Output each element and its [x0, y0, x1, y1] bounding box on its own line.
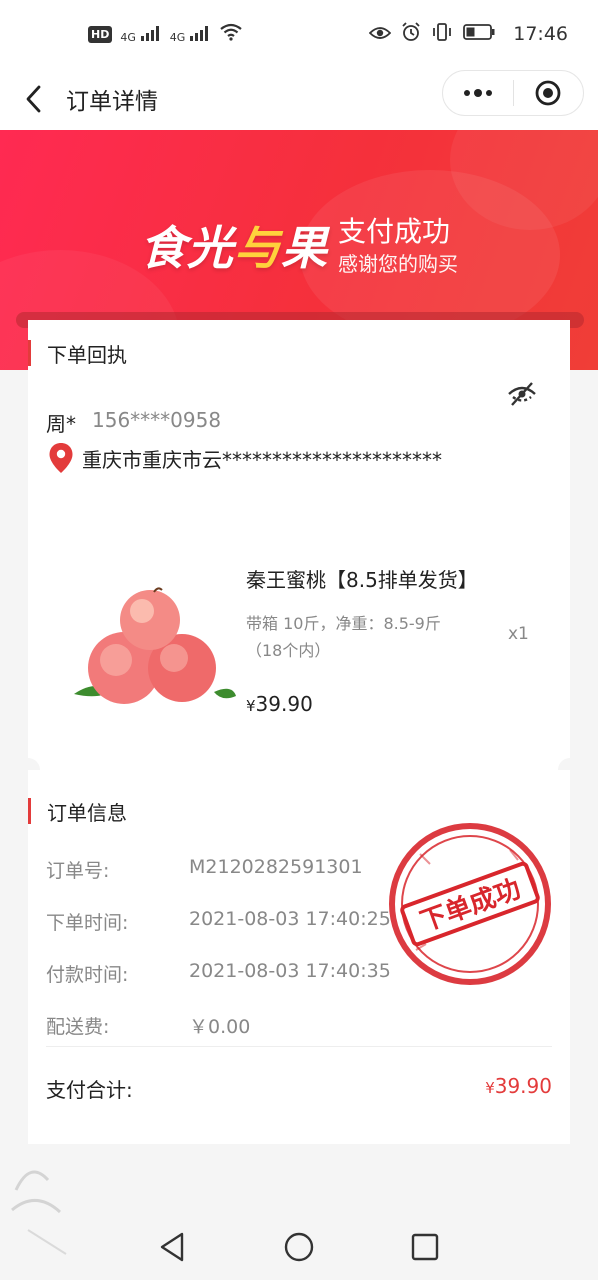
logo-text-3: 果	[281, 221, 328, 275]
more-dots-icon	[463, 89, 492, 97]
product-title[interactable]: 秦王蜜桃【8.5排单发货】	[246, 564, 478, 593]
delivery-fee-value: ￥0.00	[189, 1016, 251, 1038]
wifi-icon	[219, 22, 243, 46]
nav-home-icon[interactable]	[282, 1230, 316, 1264]
order-time-value: 2021-08-03 17:40:25	[189, 908, 391, 930]
logo-text-2: 与	[234, 221, 281, 275]
product-quantity: x1	[508, 624, 529, 644]
recipient-name: 周*	[46, 412, 76, 436]
status-left: HD 4G 4G	[88, 22, 243, 46]
location-pin-icon	[49, 443, 73, 473]
nav-recent-apps-icon[interactable]	[408, 1230, 442, 1264]
page-title: 订单详情	[66, 89, 158, 115]
back-button[interactable]	[18, 80, 48, 118]
vibrate-icon	[431, 22, 453, 47]
payment-success-title: 支付成功	[338, 215, 451, 248]
battery-icon	[463, 22, 495, 46]
logo-text-1: 食光	[140, 221, 234, 275]
total-amount: ¥39.90	[485, 1074, 552, 1098]
network-label: 4G	[120, 30, 136, 44]
alarm-icon	[401, 21, 421, 47]
receipt-card: 下单回执 周* 156****0958 重庆市重庆市云*************…	[28, 320, 570, 770]
price-value: 39.90	[255, 692, 313, 716]
divider	[46, 1046, 552, 1047]
order-success-stamp: 下单成功	[389, 823, 551, 985]
currency-symbol: ¥	[485, 1079, 495, 1097]
product-price: ¥39.90	[246, 692, 313, 716]
clock: 17:46	[513, 23, 568, 45]
payment-success-subtitle: 感谢您的购买	[338, 252, 458, 276]
mini-program-capsule	[442, 70, 584, 116]
signal-icon: 4G	[120, 25, 161, 44]
section-heading-order: 订单信息	[28, 798, 127, 825]
signal-icon-2: 4G	[170, 25, 211, 44]
payment-time-value: 2021-08-03 17:40:35	[189, 960, 391, 982]
watermark-logo	[11, 1170, 67, 1255]
nav-back-icon[interactable]	[156, 1230, 190, 1264]
nav-bar: 订单详情	[0, 68, 598, 130]
recipient-phone: 156****0958	[92, 408, 222, 432]
target-circle-icon	[535, 80, 561, 106]
status-bar: HD 4G 4G 17:46	[0, 0, 598, 68]
recipient-address: 重庆市重庆市云**********************	[82, 448, 442, 472]
close-mini-program-button[interactable]	[514, 70, 584, 116]
eye-icon	[368, 22, 392, 46]
currency-symbol: ¥	[246, 697, 256, 715]
network-label-2: 4G	[169, 30, 186, 44]
product-image[interactable]	[64, 556, 236, 716]
section-heading-receipt: 下单回执	[28, 340, 127, 367]
order-number-label: 订单号:	[46, 860, 110, 882]
total-value: 39.90	[494, 1074, 552, 1098]
order-time-label: 下单时间:	[46, 912, 129, 934]
order-number-value: M2120282591301	[189, 856, 363, 878]
hd-badge: HD	[88, 25, 113, 43]
brand-logo: 食光与果	[140, 212, 328, 278]
product-spec: 带箱 10斤，净重：8.5-9斤（18个内）	[246, 614, 441, 660]
payment-time-label: 付款时间:	[46, 964, 129, 986]
chevron-left-icon	[26, 85, 41, 113]
eye-off-icon[interactable]	[506, 378, 538, 410]
more-button[interactable]	[443, 70, 513, 116]
delivery-fee-label: 配送费:	[46, 1016, 110, 1038]
status-right: 17:46	[368, 21, 568, 47]
total-label: 支付合计:	[46, 1078, 133, 1102]
